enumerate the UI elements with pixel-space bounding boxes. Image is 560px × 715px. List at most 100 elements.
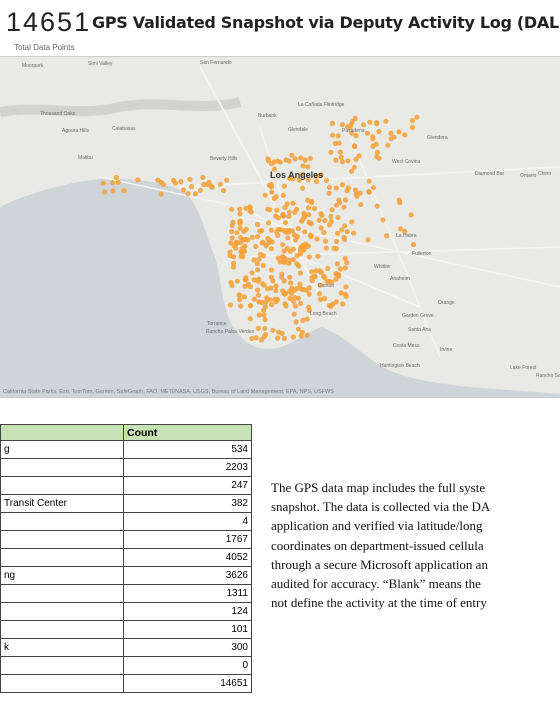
- gps-point: [241, 294, 247, 300]
- gps-point: [367, 119, 373, 125]
- gps-point: [275, 255, 281, 261]
- gps-point: [229, 222, 235, 228]
- description-line: snapshot. The data is collected via the …: [271, 499, 491, 515]
- gps-point: [341, 204, 347, 210]
- gps-point: [316, 217, 322, 223]
- map-canvas[interactable]: Moorpark Simi Valley San Fernando La Cañada…: [0, 57, 560, 397]
- gps-point: [311, 205, 318, 212]
- gps-point: [283, 303, 289, 309]
- gps-point: [333, 271, 339, 277]
- row-label: [0, 620, 124, 639]
- gps-point: [322, 218, 328, 224]
- gps-point: [302, 157, 308, 163]
- gps-point: [365, 237, 371, 243]
- gps-point: [336, 140, 342, 146]
- gps-point: [334, 238, 340, 244]
- row-label: [0, 548, 124, 567]
- gps-point: [343, 284, 349, 290]
- gps-point: [360, 122, 367, 128]
- gps-point: [376, 129, 382, 135]
- gps-point: [290, 200, 296, 206]
- map-place-label: Santa Ana: [408, 327, 431, 333]
- gps-point: [301, 210, 307, 216]
- gps-point: [227, 249, 233, 255]
- table-header-count: Count: [123, 424, 252, 441]
- map-place-label: Long Beach: [310, 311, 337, 317]
- gps-point: [281, 183, 287, 189]
- gps-point: [200, 174, 206, 180]
- gps-point: [312, 273, 318, 279]
- gps-point: [289, 285, 295, 291]
- gps-point: [341, 234, 347, 240]
- gps-point: [373, 141, 379, 147]
- gps-point: [254, 221, 261, 228]
- gps-point: [349, 219, 355, 225]
- gps-point: [256, 292, 262, 298]
- gps-point: [305, 205, 312, 211]
- map-attribution: California State Parks, Esri, TomTom, Ga…: [3, 389, 334, 395]
- gps-point: [247, 284, 253, 290]
- gps-point: [269, 302, 275, 308]
- gps-map[interactable]: Moorpark Simi Valley San Fernando La Cañada…: [0, 56, 560, 398]
- row-count: 2203: [123, 458, 252, 477]
- gps-point: [238, 253, 244, 260]
- gps-point: [243, 226, 249, 232]
- gps-point: [237, 211, 243, 217]
- table-header-row: Count: [0, 424, 252, 441]
- map-place-label: Rancho Palos Verdes: [206, 329, 255, 335]
- gps-point: [261, 312, 267, 318]
- table-total-row: 14651: [0, 674, 252, 693]
- gps-point: [229, 228, 235, 235]
- map-place-label: Moorpark: [22, 63, 44, 69]
- gps-point: [314, 236, 320, 242]
- gps-point: [253, 243, 259, 249]
- gps-point: [255, 325, 261, 331]
- description-line: application and verified via latitude/lo…: [271, 518, 483, 534]
- gps-point: [343, 197, 349, 203]
- gps-point: [217, 181, 223, 187]
- gps-point: [308, 234, 314, 240]
- gps-point: [273, 283, 279, 289]
- gps-point: [295, 225, 301, 232]
- gps-point: [364, 130, 371, 136]
- gps-point: [297, 281, 303, 287]
- gps-point: [305, 164, 311, 170]
- gps-point: [396, 129, 402, 135]
- gps-point: [178, 179, 184, 185]
- gps-point: [308, 200, 315, 206]
- gps-point: [335, 230, 341, 236]
- gps-point: [287, 274, 293, 280]
- map-place-label: Orange: [438, 300, 455, 306]
- table-row: Transit Center 382: [0, 494, 252, 513]
- gps-point: [238, 249, 244, 255]
- gps-point: [345, 185, 351, 191]
- gps-point: [268, 227, 274, 233]
- gps-point: [329, 207, 335, 213]
- gps-point: [158, 191, 164, 197]
- gps-point: [264, 296, 270, 302]
- gps-point: [374, 149, 381, 155]
- gps-point: [110, 188, 116, 194]
- gps-point: [326, 184, 333, 190]
- gps-point: [280, 213, 286, 219]
- gps-point: [180, 187, 186, 193]
- gps-point: [298, 300, 304, 307]
- gps-point: [326, 190, 332, 196]
- map-place-label: Thousand Oaks: [40, 111, 76, 117]
- table-row: g 534: [0, 440, 252, 459]
- table-row: 124: [0, 602, 252, 621]
- row-label: k: [0, 638, 124, 657]
- map-place-label: Costa Mesa: [393, 343, 420, 349]
- gps-point: [409, 117, 415, 124]
- gps-point: [229, 283, 235, 289]
- gps-point: [286, 213, 292, 219]
- gps-point: [115, 179, 121, 185]
- gps-point: [189, 184, 195, 190]
- gps-point: [262, 317, 268, 323]
- table-header-activity: [0, 424, 124, 441]
- gps-point: [402, 132, 408, 138]
- gps-point: [281, 335, 287, 341]
- gps-point: [270, 327, 276, 333]
- gps-point: [253, 335, 259, 341]
- gps-point: [331, 245, 337, 251]
